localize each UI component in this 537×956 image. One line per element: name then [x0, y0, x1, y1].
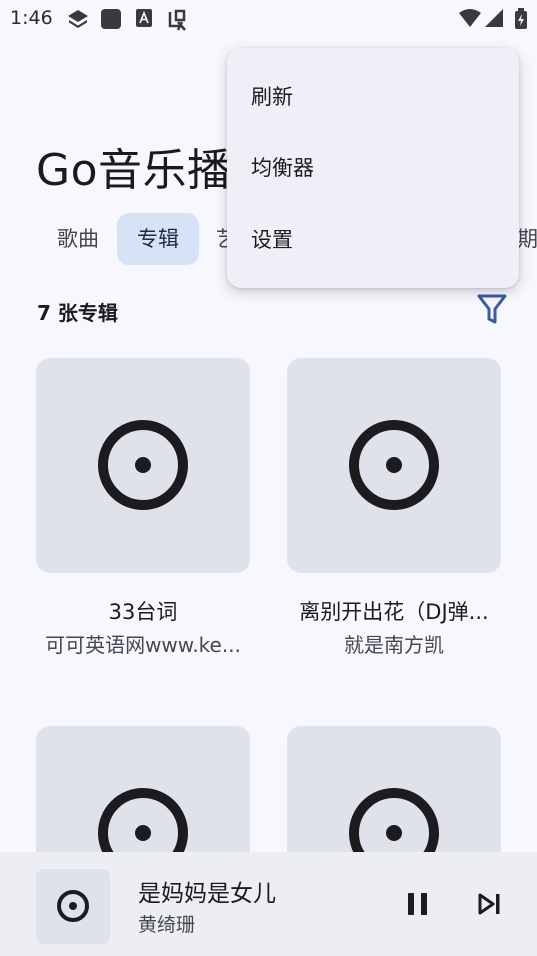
pause-icon[interactable]	[400, 886, 436, 922]
album-card-2-art[interactable]	[287, 358, 501, 573]
debug-bug-icon	[168, 9, 186, 31]
album-disc-icon	[57, 890, 89, 922]
skip-next-icon[interactable]	[472, 886, 508, 922]
menu-item-settings[interactable]: 设置	[227, 205, 519, 275]
font-a-icon	[136, 9, 152, 27]
menu-item-refresh[interactable]: 刷新	[227, 62, 519, 132]
battery-charging-icon	[515, 8, 527, 29]
filter-icon[interactable]	[476, 292, 508, 326]
overflow-menu: 刷新 均衡器 设置	[227, 48, 519, 288]
album-card-3-art[interactable]	[36, 726, 250, 866]
square-app-icon	[101, 9, 121, 29]
album-disc-icon	[349, 420, 439, 510]
album-artist: 可可英语网www.ke...	[45, 633, 241, 657]
layers-icon	[68, 10, 88, 28]
page-title: Go音乐播	[36, 145, 232, 196]
album-count: 7 张专辑	[37, 301, 118, 325]
now-playing-title[interactable]: 是妈妈是女儿	[138, 874, 276, 908]
album-artist: 就是南方凯	[344, 633, 444, 657]
album-card-1-art[interactable]	[36, 358, 250, 573]
now-playing-artist: 黄绮珊	[138, 914, 196, 936]
tab-songs[interactable]: 歌曲	[40, 213, 116, 265]
mini-player[interactable]: 是妈妈是女儿 黄绮珊	[0, 852, 537, 956]
status-time: 1:46	[10, 7, 53, 29]
album-title[interactable]: 33台词	[23, 596, 263, 626]
album-disc-icon	[98, 420, 188, 510]
status-bar: 1:46	[0, 0, 537, 38]
now-playing-art[interactable]	[36, 869, 110, 944]
album-title[interactable]: 离别开出花（DJ弹...	[274, 596, 514, 626]
wifi-icon	[459, 9, 481, 27]
cell-signal-icon	[485, 9, 503, 27]
album-card-4-art[interactable]	[287, 726, 501, 866]
menu-item-equalizer[interactable]: 均衡器	[227, 133, 519, 203]
tab-albums[interactable]: 专辑	[117, 213, 199, 265]
